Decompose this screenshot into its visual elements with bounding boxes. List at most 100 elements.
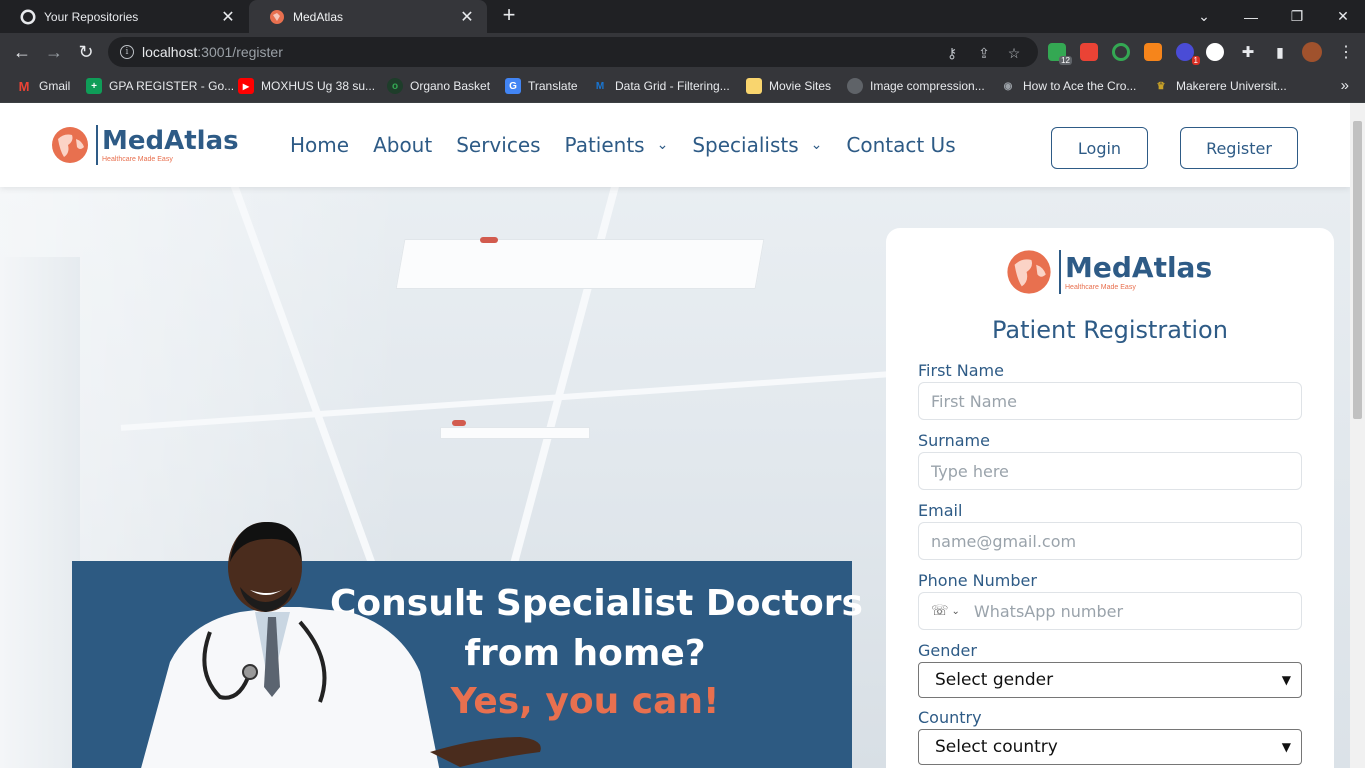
bookmark-makerere[interactable]: ♛ Makerere Universit... (1153, 78, 1287, 94)
brand-name: MedAtlas (102, 125, 239, 156)
ceiling-beam (120, 369, 920, 431)
restore-button[interactable]: ❐ (1274, 0, 1320, 33)
doctor-illustration (141, 522, 541, 768)
first-name-input[interactable] (931, 391, 1301, 411)
country-select[interactable]: Select country ▼ (918, 729, 1302, 765)
bookmark-label: Gmail (39, 79, 71, 93)
close-icon[interactable]: ✕ (459, 7, 475, 27)
tab-title: Your Repositories (44, 9, 139, 24)
email-field[interactable] (918, 522, 1302, 560)
back-button[interactable]: ← (10, 40, 34, 64)
bookmark-movie-sites[interactable]: Movie Sites (746, 78, 831, 94)
more-bookmarks-icon[interactable]: » (1341, 77, 1349, 94)
hospital-wall-left (0, 257, 80, 768)
tab-your-repositories[interactable]: Your Repositories ✕ (0, 0, 248, 33)
brand-tagline: Healthcare Made Easy (1065, 283, 1136, 291)
forward-button[interactable]: → (42, 40, 66, 64)
mui-icon: M (595, 80, 605, 92)
chevron-down-icon: ⌄ (951, 605, 960, 617)
bookmark-how-to-ace[interactable]: ◉ How to Ace the Cro... (1000, 78, 1137, 94)
ceiling-light (395, 239, 765, 289)
chevron-down-icon: ▼ (1281, 673, 1291, 687)
medatlas-favicon (270, 9, 284, 24)
bookmark-gpa-register[interactable]: + GPA REGISTER - Go... (86, 78, 234, 94)
email-label: Email (918, 501, 963, 520)
window-close-button[interactable]: ✕ (1320, 0, 1365, 33)
scrollbar-thumb[interactable] (1353, 121, 1362, 419)
bookmark-star-icon[interactable]: ☆ (1006, 45, 1022, 61)
surname-field[interactable] (918, 452, 1302, 490)
bookmark-label: Data Grid - Filtering... (615, 79, 730, 93)
address-bar[interactable]: i localhost:3001/register ⚷ ⇪ ☆ (108, 37, 1038, 67)
url-host: localhost (142, 44, 198, 60)
first-name-field[interactable] (918, 382, 1302, 420)
bookmark-moxhus[interactable]: ▶ MOXHUS Ug 38 su... (238, 78, 375, 94)
brand-tagline: Healthcare Made Easy (102, 155, 173, 163)
site-logo[interactable]: MedAtlas Healthcare Made Easy (50, 125, 239, 165)
first-name-label: First Name (918, 361, 1004, 380)
ceiling-light (440, 427, 590, 439)
country-label: Country (918, 708, 982, 727)
browser-tabstrip: Your Repositories ✕ MedAtlas ✕ + ⌄ — ❐ ✕ (0, 0, 1365, 33)
registration-card: MedAtlas Healthcare Made Easy Patient Re… (886, 228, 1334, 768)
profile-avatar[interactable] (1302, 42, 1322, 62)
page-viewport: Consult Specialist Doctors from home? Ye… (0, 103, 1350, 768)
new-tab-button[interactable]: + (498, 4, 520, 27)
nav-patients[interactable]: Patients ⌄ (565, 133, 669, 157)
page-scrollbar[interactable] (1350, 103, 1365, 768)
nav-about[interactable]: About (373, 133, 432, 157)
login-button[interactable]: Login (1051, 127, 1148, 169)
phone-input[interactable] (973, 601, 1301, 621)
minimize-button[interactable]: — (1228, 0, 1274, 33)
menu-dots-icon[interactable]: ⋮ (1334, 40, 1358, 64)
gender-label: Gender (918, 641, 977, 660)
extension-logo-icon[interactable] (1206, 43, 1224, 61)
bookmark-label: MOXHUS Ug 38 su... (261, 79, 376, 93)
bookmark-gmail[interactable]: M Gmail (16, 78, 71, 94)
form-title: Patient Registration (992, 316, 1228, 344)
ceiling-beam (230, 187, 378, 567)
logo-divider (1059, 250, 1061, 294)
tab-medatlas[interactable]: MedAtlas ✕ (249, 0, 487, 33)
register-button[interactable]: Register (1180, 127, 1298, 169)
gender-select[interactable]: Select gender ▼ (918, 662, 1302, 698)
puzzle-icon[interactable]: ✚ (1236, 40, 1260, 64)
logo-text: MedAtlas Healthcare Made Easy (1065, 250, 1213, 291)
extension-star-icon[interactable]: 1 (1176, 43, 1200, 65)
tab-search-icon[interactable]: ⌄ (1181, 0, 1227, 33)
close-icon[interactable]: ✕ (220, 7, 236, 27)
share-icon[interactable]: ⇪ (976, 45, 992, 61)
youtube-icon: ▶ (238, 78, 254, 94)
key-icon[interactable]: ⚷ (944, 45, 960, 61)
phone-field[interactable]: ☏ ⌄ (918, 592, 1302, 630)
nav-label: Patients (564, 133, 645, 157)
site-header: MedAtlas Healthcare Made Easy Home About… (0, 103, 1350, 187)
surname-input[interactable] (931, 461, 1301, 481)
gender-select-value: Select gender (935, 670, 1054, 690)
bookmark-image-compression[interactable]: Image compression... (847, 78, 985, 94)
nav-specialists[interactable]: Specialists ⌄ (692, 133, 822, 157)
bookmark-data-grid[interactable]: M Data Grid - Filtering... (592, 78, 730, 94)
side-panel-icon[interactable]: ▮ (1268, 40, 1292, 64)
nav-label: About (373, 133, 433, 157)
extension-red-icon[interactable] (1080, 43, 1098, 61)
nav-label: Services (456, 133, 541, 157)
smoke-detector (452, 420, 466, 426)
nav-home[interactable]: Home (290, 133, 349, 157)
nav-services[interactable]: Services (456, 133, 540, 157)
logo-divider (96, 125, 98, 165)
metamask-icon[interactable] (1144, 43, 1162, 61)
site-info-icon[interactable]: i (120, 45, 134, 59)
nav-contact-us[interactable]: Contact Us (846, 133, 955, 157)
brand-name: MedAtlas (1065, 250, 1213, 284)
phone-country-selector[interactable]: ☏ ⌄ (931, 603, 960, 619)
bookmark-translate[interactable]: G Translate (505, 78, 578, 94)
makerere-icon: ♛ (1156, 80, 1166, 92)
extension-ring-icon[interactable] (1112, 43, 1130, 61)
eye-icon: ◉ (1003, 80, 1013, 92)
email-input[interactable] (931, 531, 1301, 551)
bookmark-organo-basket[interactable]: o Organo Basket (387, 78, 490, 94)
extension-shield-icon[interactable]: 12 (1048, 43, 1072, 65)
extension-badge: 12 (1059, 56, 1072, 65)
reload-button[interactable]: ↻ (74, 40, 98, 64)
